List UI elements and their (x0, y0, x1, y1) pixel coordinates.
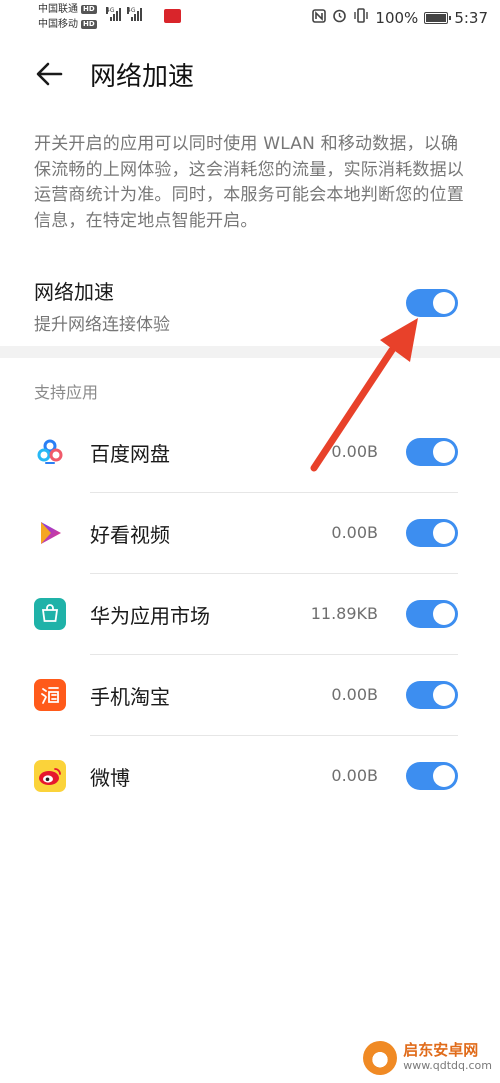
network-acceleration-row[interactable]: 网络加速 提升网络连接体验 (0, 272, 500, 344)
huawei-appgallery-icon (34, 598, 66, 630)
app-name: 华为应用市场 (90, 604, 210, 628)
clock: 5:37 (454, 8, 488, 27)
list-item[interactable]: 好看视频 0.00B (0, 493, 500, 574)
signal-icons: 4G 4G (106, 7, 142, 21)
nfc-icon (312, 8, 327, 27)
app-switch-taobao[interactable] (406, 681, 458, 709)
app-name: 微博 (90, 766, 130, 790)
watermark-logo-icon (363, 1041, 398, 1075)
watermark: 启东安卓网 www.qdtdq.com (363, 1041, 492, 1075)
app-data-usage: 0.00B (331, 523, 378, 542)
app-data-usage: 0.00B (331, 766, 378, 785)
hd-badge-1: HD (81, 5, 97, 14)
haokan-video-icon (34, 517, 66, 549)
app-data-usage: 0.00B (331, 442, 378, 461)
net-tag-2: 4G (127, 7, 136, 14)
carrier-1: 中国联通 (38, 4, 78, 15)
app-name: 手机淘宝 (90, 685, 170, 709)
list-item[interactable]: 手机淘宝 0.00B (0, 655, 500, 736)
app-switch-baidu-netdisk[interactable] (406, 438, 458, 466)
hd-badge-2: HD (81, 20, 97, 29)
main-toggle-subtitle: 提升网络连接体验 (34, 315, 170, 335)
alarm-icon (332, 8, 347, 27)
section-label: 支持应用 (34, 383, 99, 402)
carrier-2: 中国移动 (38, 19, 78, 30)
section-divider (0, 346, 500, 358)
list-item[interactable]: 微博 0.00B (0, 736, 500, 817)
description-text: 开关开启的应用可以同时使用 WLAN 和移动数据，以确保流畅的上网体验，这会消耗… (34, 134, 464, 231)
main-toggle-title: 网络加速 (34, 280, 114, 304)
app-switch-huawei-appgallery[interactable] (406, 600, 458, 628)
battery-icon (424, 11, 452, 24)
network-acceleration-switch[interactable] (406, 289, 458, 317)
page-title: 网络加速 (90, 62, 195, 92)
battery-percent: 100% (375, 8, 419, 27)
app-switch-weibo[interactable] (406, 762, 458, 790)
taobao-icon (34, 679, 66, 711)
supported-apps-list: 百度网盘 0.00B 好看视频 0.00B 华为应用市场 11.89KB 手机淘… (0, 412, 500, 817)
app-switch-haokan-video[interactable] (406, 519, 458, 547)
app-data-usage: 0.00B (331, 685, 378, 704)
list-item[interactable]: 华为应用市场 11.89KB (0, 574, 500, 655)
app-name: 好看视频 (90, 523, 170, 547)
net-tag-1: 4G (106, 7, 115, 14)
back-arrow-icon[interactable] (34, 60, 64, 88)
vibrate-icon (353, 8, 369, 27)
notification-app-icon (164, 9, 181, 23)
watermark-name: 启东安卓网 (403, 1041, 479, 1059)
signal-1-icon: 4G (106, 7, 121, 21)
carrier-info: 中国联通 HD 中国移动 HD (38, 2, 97, 32)
list-item[interactable]: 百度网盘 0.00B (0, 412, 500, 493)
app-data-usage: 11.89KB (310, 604, 378, 623)
app-name: 百度网盘 (90, 442, 170, 466)
header: 网络加速 (0, 50, 500, 98)
status-bar: 中国联通 HD 中国移动 HD 4G 4G 100% 5:37 (0, 0, 500, 36)
signal-2-icon: 4G (127, 7, 142, 21)
baidu-netdisk-icon (34, 436, 66, 468)
weibo-icon (34, 760, 66, 792)
watermark-url: www.qdtdq.com (403, 1059, 492, 1072)
status-right: 100% 5:37 (312, 8, 488, 27)
